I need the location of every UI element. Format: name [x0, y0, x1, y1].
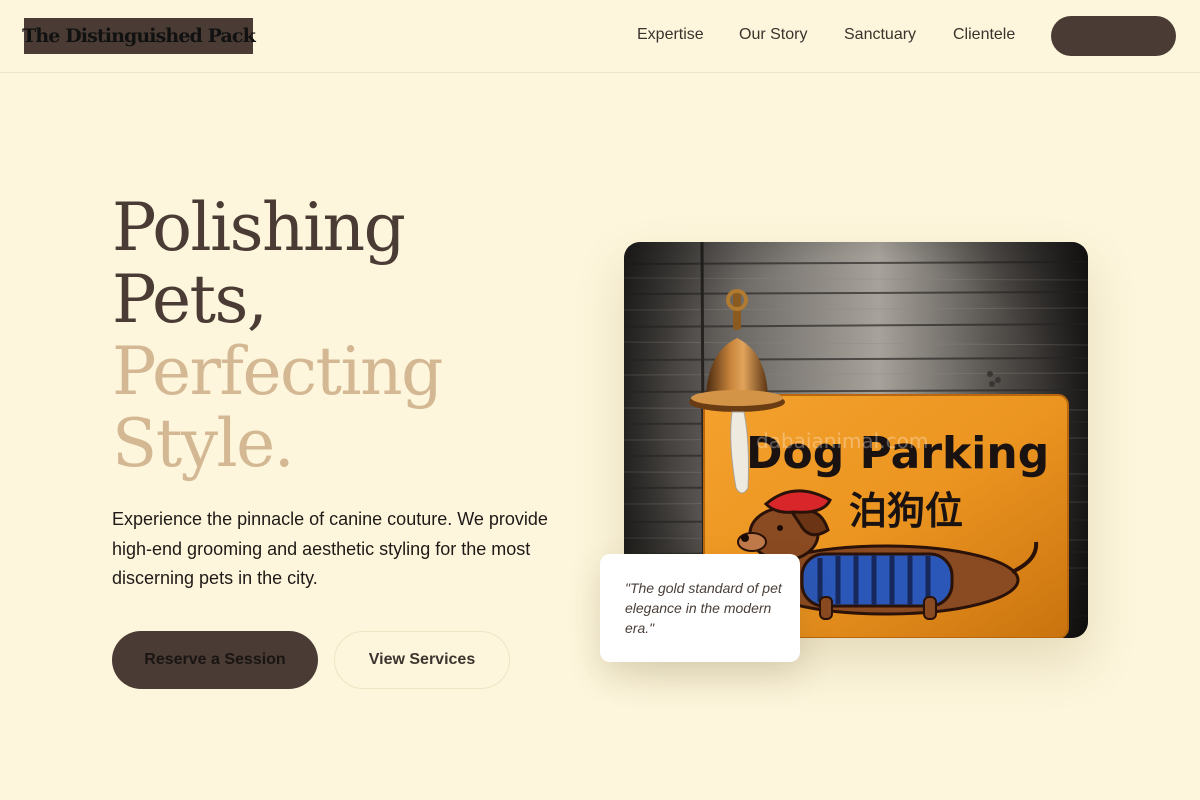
watermark-text: dabaianimal.com	[756, 429, 928, 453]
header-cta-button[interactable]	[1051, 16, 1176, 56]
reserve-session-button[interactable]: Reserve a Session	[112, 631, 318, 689]
view-services-button[interactable]: View Services	[334, 631, 510, 689]
site-header: The Distinguished Pack Expertise Our Sto…	[0, 0, 1200, 73]
brand-name: The Distinguished Pack	[22, 25, 256, 47]
nav-link-expertise[interactable]: Expertise	[637, 26, 704, 46]
brand-logo[interactable]: The Distinguished Pack	[22, 18, 256, 54]
testimonial-quote: "The gold standard of pet elegance in th…	[625, 580, 782, 636]
nav-link-sanctuary[interactable]: Sanctuary	[844, 26, 916, 46]
headline-primary: Polishing Pets,	[112, 189, 406, 338]
sign-chinese-text: 泊狗位	[849, 489, 963, 533]
hero-description: Experience the pinnacle of canine coutur…	[112, 509, 548, 588]
hero-headline: Polishing Pets, Perfecting Style.	[112, 192, 582, 480]
testimonial-card: "The gold standard of pet elegance in th…	[600, 554, 800, 662]
headline-accent: Perfecting Style.	[112, 333, 443, 482]
nav-link-our-story[interactable]: Our Story	[739, 26, 807, 46]
nav-link-clientele[interactable]: Clientele	[953, 26, 1015, 46]
